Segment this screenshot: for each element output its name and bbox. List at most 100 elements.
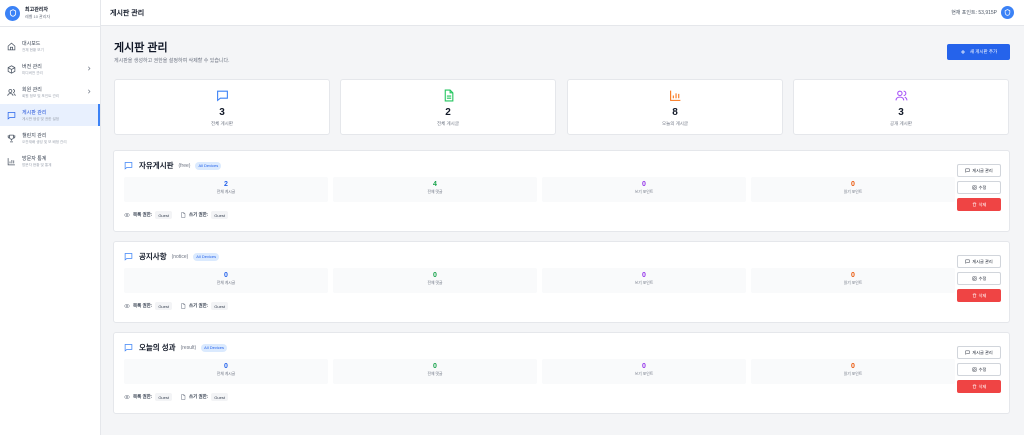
metric-value: 0 <box>851 181 855 188</box>
metric-write-points: 0 쓰기 포인트 <box>542 359 746 384</box>
metric-read-points: 0 읽기 포인트 <box>751 268 955 293</box>
sidebar-item-sub: 방문자 현황 및 통계 <box>22 162 52 167</box>
delete-board-button[interactable]: 삭제 <box>957 198 1001 211</box>
write-permission-label: 쓰기 권한: <box>188 394 209 399</box>
manage-posts-label: 게시글 관리 <box>972 167 993 173</box>
metric-label: 전체 게시글 <box>216 190 236 194</box>
stat-value: 8 <box>672 107 678 118</box>
sidebar-item-label: 방문자 통계 <box>22 155 47 162</box>
metric-value: 0 <box>433 363 437 370</box>
read-permission-label: 목록 권한: <box>133 303 153 308</box>
manage-posts-label: 게시글 관리 <box>972 349 993 355</box>
sidebar-item-challenge[interactable]: 챌린지 관리 오잔재배 생성 및 보 배정 관리 <box>0 127 100 149</box>
stat-value: 2 <box>445 107 451 118</box>
stat-label: 전체 게시글 <box>437 121 459 126</box>
manage-posts-button[interactable]: 게시글 관리 <box>957 346 1001 359</box>
new-board-button[interactable]: 새 게시판 추가 <box>947 44 1010 60</box>
edit-board-label: 수정 <box>978 366 987 372</box>
read-permission-value: Guest <box>155 393 172 401</box>
sidebar-item-boards[interactable]: 게시판 관리 게시판 생성 및 권한 설정 <box>0 104 100 126</box>
edit-board-button[interactable]: 수정 <box>957 363 1001 376</box>
metric-label: 읽기 포인트 <box>843 372 863 376</box>
metric-comments: 0 전체 댓글 <box>333 268 537 293</box>
shield-icon <box>5 5 20 21</box>
message-square-icon <box>7 111 16 120</box>
bar-chart-icon <box>7 157 16 166</box>
metric-value: 0 <box>224 363 228 370</box>
edit-icon <box>972 367 977 372</box>
header-title: 게시판 관리 <box>110 9 145 17</box>
message-square-icon <box>216 89 229 102</box>
sidebar-item-sub: 게시판 생성 및 권한 설정 <box>22 116 60 121</box>
metric-posts: 0 전체 게시글 <box>124 359 328 384</box>
manage-posts-button[interactable]: 게시글 관리 <box>957 164 1001 177</box>
write-permission-value: Guest <box>211 211 228 219</box>
trash-icon <box>972 384 977 389</box>
write-permission-label: 쓰기 권한: <box>188 212 209 217</box>
write-permission-label: 쓰기 권한: <box>188 303 209 308</box>
edit-icon <box>972 185 977 190</box>
board-card: 공지사항 (notice) All Devices 0 전체 게시글 0 전체 댓글… <box>113 241 1010 323</box>
user-avatar[interactable] <box>1001 6 1014 19</box>
new-board-button-label: 새 게시판 추가 <box>969 49 998 54</box>
board-name: 공지사항 <box>139 252 167 261</box>
file-text-icon <box>180 212 186 218</box>
device-badge: All Devices <box>195 161 222 170</box>
board-slug: (result) <box>180 344 197 351</box>
box-icon <box>7 64 16 74</box>
trash-icon <box>972 293 977 298</box>
board-slug: (notice) <box>171 253 189 260</box>
file-text-icon <box>442 89 455 102</box>
eye-icon <box>124 212 130 218</box>
read-permission-label: 목록 권한: <box>133 212 153 217</box>
edit-board-button[interactable]: 수정 <box>957 272 1001 285</box>
metric-label: 쓰기 포인트 <box>634 281 654 285</box>
delete-board-label: 삭제 <box>978 201 987 207</box>
delete-board-button[interactable]: 삭제 <box>957 380 1001 393</box>
write-permission-value: Guest <box>211 393 228 401</box>
stat-value: 3 <box>219 107 225 118</box>
users-icon <box>895 89 908 102</box>
metric-write-points: 0 쓰기 포인트 <box>542 268 746 293</box>
read-permission-value: Guest <box>155 302 172 310</box>
board-card: 오늘의 성과 (result) All Devices 0 전체 게시글 0 전체 … <box>113 332 1010 414</box>
manage-posts-button[interactable]: 게시글 관리 <box>957 255 1001 268</box>
profile-subtitle: 레벨 10 관리자 <box>25 14 51 19</box>
profile-block: 최고관리자 레벨 10 관리자 <box>0 0 100 27</box>
edit-icon <box>972 276 977 281</box>
sidebar: 최고관리자 레벨 10 관리자 대시보드 전체 현황 보기 버전 관리 미디버전 관… <box>0 0 101 435</box>
sidebar-item-label: 게시판 관리 <box>22 109 47 116</box>
sidebar-item-label: 회원 관리 <box>22 86 42 93</box>
device-badge: All Devices <box>193 252 220 261</box>
sidebar-item-label: 챌린지 관리 <box>22 132 47 139</box>
sidebar-item-visitor-stats[interactable]: 방문자 통계 방문자 현황 및 통계 <box>0 150 100 172</box>
manage-posts-label: 게시글 관리 <box>972 258 993 264</box>
sidebar-item-label: 버전 관리 <box>22 63 42 70</box>
metric-value: 0 <box>851 272 855 279</box>
edit-board-button[interactable]: 수정 <box>957 181 1001 194</box>
stat-label: 전체 게시판 <box>211 121 233 126</box>
edit-board-label: 수정 <box>978 275 987 281</box>
sidebar-item-version[interactable]: 버전 관리 미디버전 관리 <box>0 58 100 80</box>
delete-board-button[interactable]: 삭제 <box>957 289 1001 302</box>
sidebar-nav: 대시보드 전체 현황 보기 버전 관리 미디버전 관리 회원 관리 회원 정보 및 포… <box>0 27 100 172</box>
edit-board-label: 수정 <box>978 184 987 190</box>
sidebar-item-dashboard[interactable]: 대시보드 전체 현황 보기 <box>0 35 100 57</box>
bar-chart-icon <box>669 89 682 102</box>
metric-value: 2 <box>224 181 228 188</box>
users-icon <box>7 88 16 97</box>
trash-icon <box>972 202 977 207</box>
sidebar-item-members[interactable]: 회원 관리 회원 정보 및 포인트 관리 <box>0 81 100 103</box>
metric-write-points: 0 쓰기 포인트 <box>542 177 746 202</box>
metric-label: 전체 게시글 <box>216 372 236 376</box>
metric-value: 0 <box>642 181 646 188</box>
metric-read-points: 0 읽기 포인트 <box>751 177 955 202</box>
read-permission-value: Guest <box>155 211 172 219</box>
main-content: 게시판 관리 게시판을 생성하고 권한을 설정하여 삭제할 수 있습니다. 새 … <box>101 26 1024 435</box>
file-text-icon <box>180 303 186 309</box>
stat-label: 오늘의 게시글 <box>661 121 689 126</box>
message-square-icon <box>124 343 133 352</box>
permissions-row: 목록 권한: Guest 쓰기 권한: Guest <box>124 393 236 401</box>
profile-name: 최고관리자 <box>25 7 49 13</box>
metric-label: 전체 댓글 <box>427 281 443 285</box>
